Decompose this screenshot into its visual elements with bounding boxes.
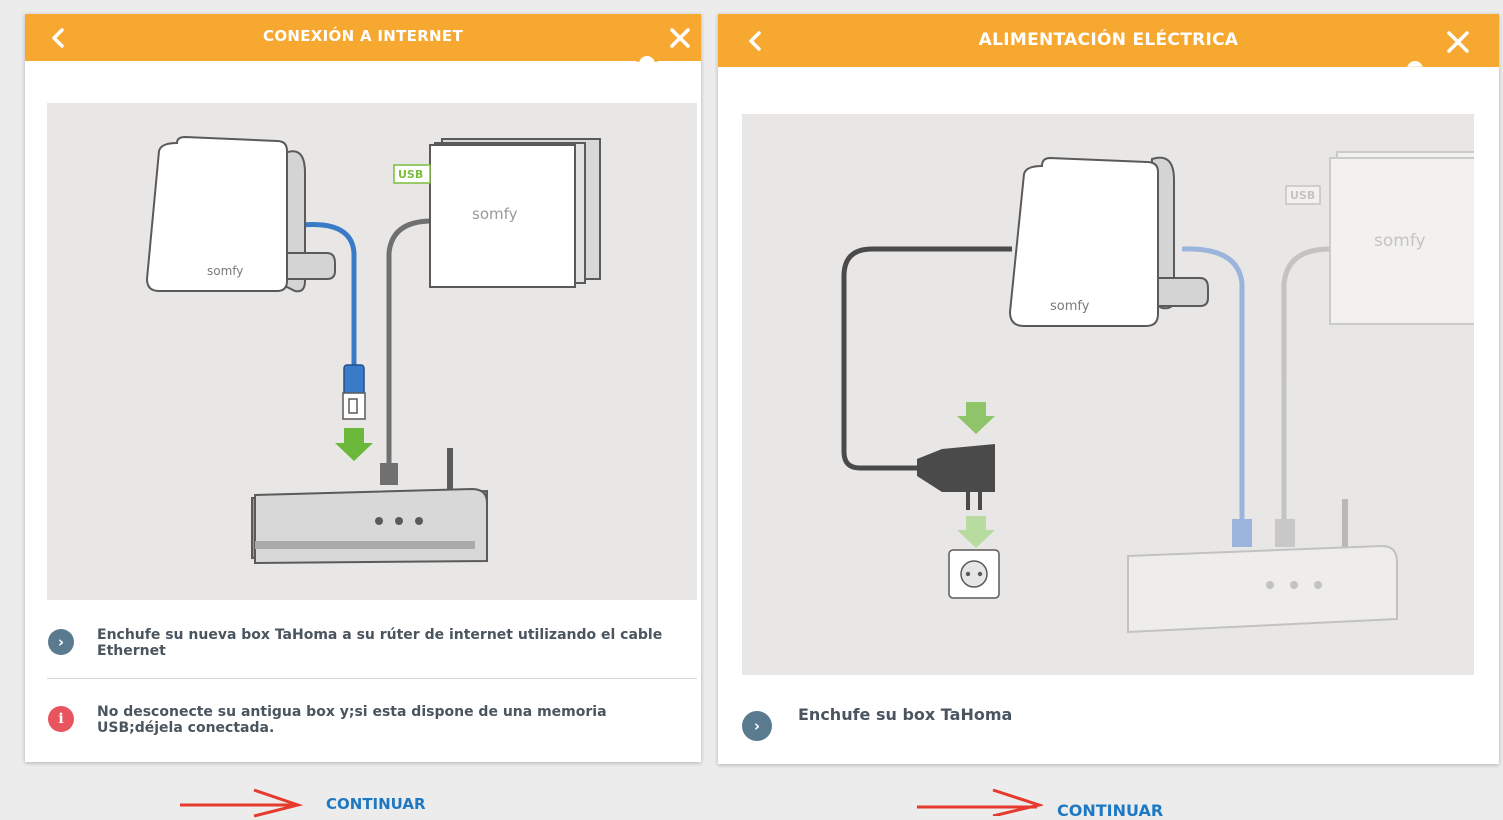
chevron-right-icon: › — [48, 629, 74, 655]
divider — [47, 678, 697, 679]
help-bubble — [1404, 58, 1426, 67]
device-brand: somfy — [207, 264, 243, 278]
help-bubble — [636, 53, 658, 62]
old-box-faded: somfy USB — [1281, 151, 1474, 524]
device-brand: somfy — [1050, 299, 1090, 314]
usb-label: USB — [398, 168, 423, 181]
panel-title: CONEXIÓN A INTERNET — [263, 27, 463, 45]
panel-header: ALIMENTACIÓN ELÉCTRICA — [718, 14, 1499, 67]
continue-button[interactable]: CONTINUAR — [1057, 801, 1163, 820]
router-faded — [1127, 499, 1398, 634]
continue-button[interactable]: CONTINUAR — [326, 795, 426, 813]
close-button[interactable] — [1447, 31, 1469, 53]
panel-header: CONEXIÓN A INTERNET — [25, 14, 701, 61]
close-button[interactable] — [670, 28, 690, 48]
chevron-right-icon: › — [742, 711, 772, 741]
panel-title: ALIMENTACIÓN ELÉCTRICA — [978, 30, 1239, 50]
red-arrow-icon — [180, 788, 303, 818]
red-arrow-icon — [917, 788, 1043, 816]
wall-outlet — [948, 549, 1000, 599]
box-brand: somfy — [1374, 231, 1426, 251]
ethernet-connection-illustration: somfy somfy USB — [47, 103, 697, 600]
router — [251, 487, 488, 565]
power-adapter — [917, 444, 995, 510]
usb-label: USB — [1290, 189, 1315, 202]
tahoma-device: somfy — [145, 135, 336, 293]
power-connection-illustration: somfy USB somfy — [742, 114, 1474, 675]
info-icon: i — [48, 706, 74, 732]
power-supply-panel: ALIMENTACIÓN ELÉCTRICA somfy USB somfy ›… — [718, 14, 1499, 764]
box-brand: somfy — [472, 205, 518, 223]
warning-note: No desconecte su antigua box y;si esta d… — [97, 704, 607, 736]
internet-connection-panel: CONEXIÓN A INTERNET somfy somfy USB › En… — [25, 14, 701, 762]
step-instruction: Enchufe su box TaHoma — [798, 705, 1013, 724]
tahoma-device: somfy — [1008, 156, 1209, 327]
close-icon — [670, 28, 690, 48]
step-instruction: Enchufe su nueva box TaHoma a su rúter d… — [97, 627, 663, 659]
old-box: somfy USB — [393, 138, 601, 288]
close-icon — [1447, 31, 1469, 53]
down-arrow-icon — [335, 428, 373, 461]
